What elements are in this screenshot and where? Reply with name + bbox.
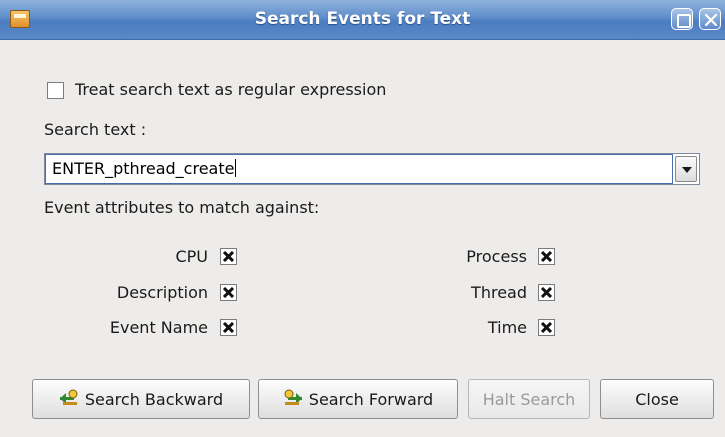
search-forward-icon bbox=[283, 389, 303, 409]
maximize-button[interactable] bbox=[671, 8, 693, 30]
search-text-label: Search text : bbox=[44, 120, 147, 139]
search-forward-label: Search Forward bbox=[308, 389, 434, 409]
halt-search-button[interactable]: Halt Search bbox=[468, 379, 590, 419]
search-text-combo[interactable]: ENTER_pthread_create bbox=[44, 153, 700, 185]
halt-search-label: Halt Search bbox=[482, 389, 576, 409]
search-backward-button[interactable]: Search Backward bbox=[32, 379, 250, 419]
text-cursor bbox=[235, 159, 237, 177]
cpu-checkbox[interactable] bbox=[220, 248, 237, 265]
process-checkbox[interactable] bbox=[538, 248, 555, 265]
search-text-value: ENTER_pthread_create bbox=[52, 159, 235, 178]
thread-label: Thread bbox=[471, 283, 527, 302]
search-backward-icon bbox=[59, 389, 79, 409]
attributes-heading: Event attributes to match against: bbox=[44, 198, 320, 217]
close-window-button[interactable] bbox=[699, 8, 721, 30]
search-text-input[interactable]: ENTER_pthread_create bbox=[45, 154, 673, 184]
description-checkbox[interactable] bbox=[220, 284, 237, 301]
time-label: Time bbox=[487, 318, 527, 337]
checkmark-icon bbox=[541, 251, 552, 262]
search-forward-button[interactable]: Search Forward bbox=[258, 379, 458, 419]
checkmark-icon bbox=[541, 287, 552, 298]
thread-checkbox[interactable] bbox=[538, 284, 555, 301]
checkmark-icon bbox=[223, 251, 234, 262]
close-button[interactable]: Close bbox=[600, 379, 714, 419]
title-bar[interactable]: Search Events for Text bbox=[0, 0, 725, 40]
close-icon bbox=[704, 13, 718, 27]
cpu-label: CPU bbox=[175, 247, 208, 266]
checkmark-icon bbox=[541, 322, 552, 333]
regex-checkbox[interactable] bbox=[47, 82, 64, 99]
description-label: Description bbox=[116, 283, 208, 302]
checkmark-icon bbox=[223, 287, 234, 298]
checkmark-icon bbox=[223, 322, 234, 333]
event-name-checkbox[interactable] bbox=[220, 319, 237, 336]
regex-checkbox-label[interactable]: Treat search text as regular expression bbox=[75, 80, 386, 99]
close-button-label: Close bbox=[635, 389, 679, 409]
process-label: Process bbox=[466, 247, 527, 266]
dialog-body: Treat search text as regular expression … bbox=[0, 41, 725, 437]
window-title: Search Events for Text bbox=[254, 9, 471, 29]
event-name-label: Event Name bbox=[109, 318, 208, 337]
search-events-dialog: Search Events for Text Treat search text… bbox=[0, 0, 725, 437]
dropdown-button[interactable] bbox=[675, 156, 697, 182]
time-checkbox[interactable] bbox=[538, 319, 555, 336]
search-backward-label: Search Backward bbox=[84, 389, 224, 409]
